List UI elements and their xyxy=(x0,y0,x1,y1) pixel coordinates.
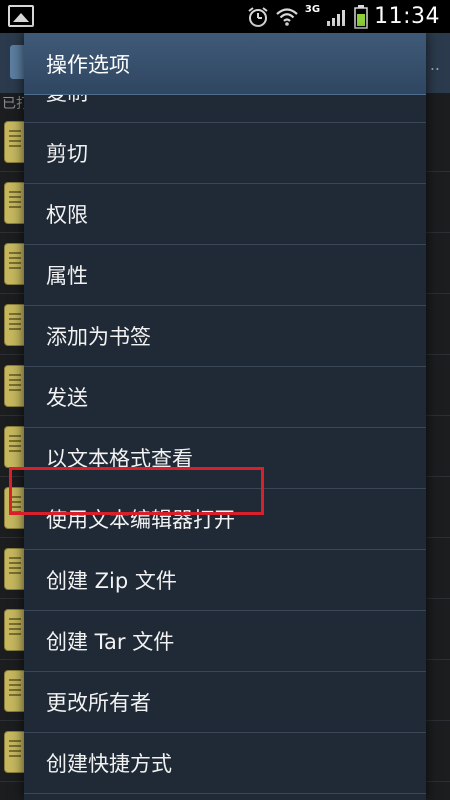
menu-item-label: 属性 xyxy=(46,264,88,288)
menu-item-properties[interactable]: 属性 xyxy=(24,245,426,306)
menu-item-send[interactable]: 发送 xyxy=(24,367,426,428)
battery-icon xyxy=(354,4,368,29)
status-icons: 3G 11:34 xyxy=(247,0,440,33)
menu-item-label: 创建 Tar 文件 xyxy=(46,630,175,654)
menu-item-permissions[interactable]: 权限 xyxy=(24,184,426,245)
menu-item-create-tar[interactable]: 创建 Tar 文件 xyxy=(24,611,426,672)
menu-item-change-owner[interactable]: 更改所有者 xyxy=(24,672,426,733)
menu-item-label: 以文本格式查看 xyxy=(46,447,193,471)
gallery-notification-icon xyxy=(8,5,34,27)
network-type-label: 3G xyxy=(304,4,321,15)
status-bar: 3G 11:34 xyxy=(0,0,450,33)
menu-item-label: 使用文本编辑器打开 xyxy=(46,508,235,532)
alarm-clock-icon xyxy=(248,6,268,27)
dialog-title-bar: 操作选项 xyxy=(24,33,426,95)
menu-item-view-as-text[interactable]: 以文本格式查看 xyxy=(24,428,426,489)
menu-item-create-zip[interactable]: 创建 Zip 文件 xyxy=(24,550,426,611)
screen: 3G 11:34 .. 已打 操作选项 剪切 权限 属性 添加为书签 发送 以文… xyxy=(0,0,450,800)
wifi-icon xyxy=(276,7,298,26)
menu-item-label: 创建快捷方式 xyxy=(46,752,172,776)
menu-item-label: 更改所有者 xyxy=(46,691,151,715)
menu-item-add-bookmark[interactable]: 添加为书签 xyxy=(24,306,426,367)
signal-strength-icon xyxy=(327,9,346,26)
menu-item-label: 发送 xyxy=(46,386,88,410)
background-overflow-text: .. xyxy=(429,55,440,74)
menu-item-copy[interactable]: 复制 xyxy=(24,95,426,123)
menu-item-label: 添加为书签 xyxy=(46,325,151,349)
action-menu-list[interactable]: 复制 剪切 权限 属性 添加为书签 发送 以文本格式查看 使用文本编辑器打开 xyxy=(24,95,426,800)
menu-item-cut[interactable]: 剪切 xyxy=(24,123,426,184)
menu-item-label: 权限 xyxy=(46,203,88,227)
dialog-title: 操作选项 xyxy=(46,53,130,77)
menu-item-label: 复制 xyxy=(46,95,88,107)
menu-item-open-with-text-editor[interactable]: 使用文本编辑器打开 xyxy=(24,489,426,550)
status-clock: 11:34 xyxy=(374,4,440,29)
menu-item-label: 剪切 xyxy=(46,142,88,166)
menu-item-create-shortcut[interactable]: 创建快捷方式 xyxy=(24,733,426,794)
menu-item-label: 创建 Zip 文件 xyxy=(46,569,177,593)
action-options-dialog: 操作选项 复制 剪切 权限 属性 添加为书签 发送 以文本格式查看 xyxy=(24,33,426,800)
